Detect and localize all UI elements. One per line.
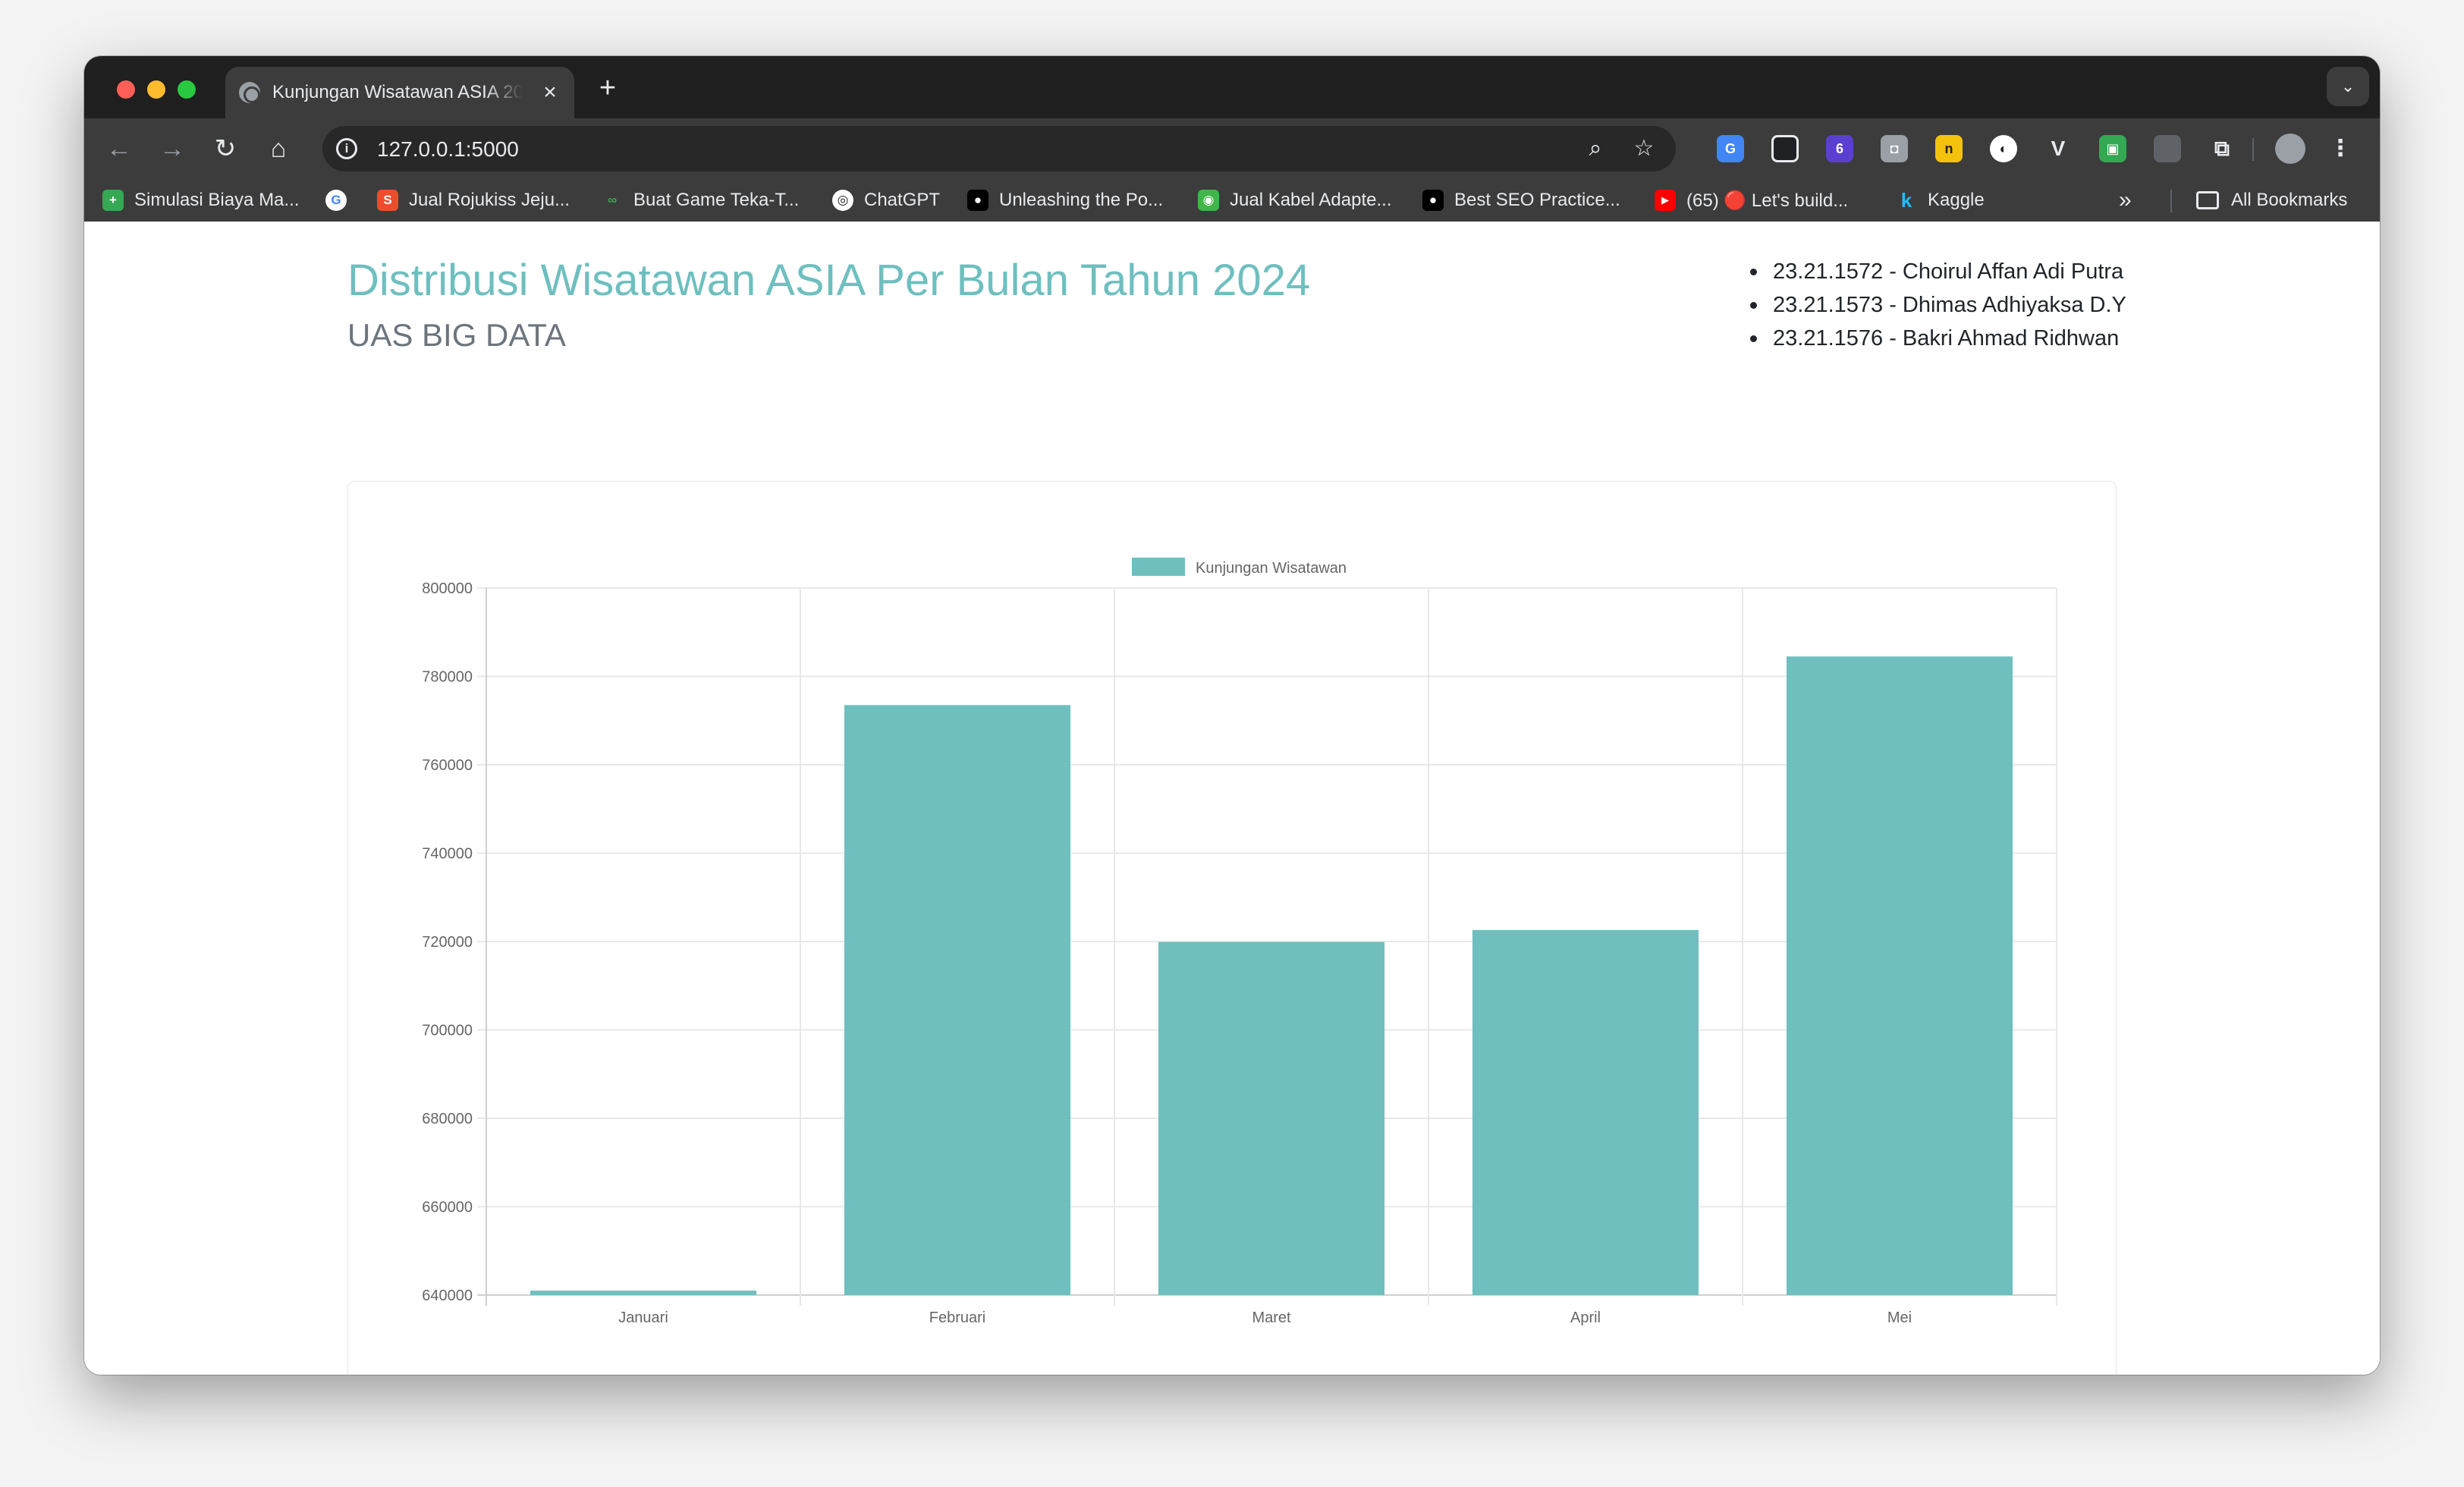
page-content: Distribusi Wisatawan ASIA Per Bulan Tahu… (84, 222, 2380, 1375)
link-icon: ∞ (607, 193, 618, 207)
youtube-icon: ▶ (1655, 190, 1676, 211)
medium-icon: ● (1422, 190, 1444, 211)
bar-februari (844, 705, 1071, 1295)
bar-maret (1158, 942, 1385, 1295)
new-tab-button[interactable]: + (591, 71, 624, 105)
zoom-icon[interactable]: ⌕ (1580, 134, 1611, 164)
camera-extension-icon[interactable]: ◘ (1881, 135, 1908, 162)
bookmark-item[interactable]: k Kaggle (1896, 187, 1985, 214)
globe-icon (239, 82, 260, 103)
x-tick-label: Mei (1887, 1309, 1912, 1326)
y-tick-label: 660000 (422, 1199, 473, 1216)
medium-icon: ● (967, 190, 988, 211)
minimize-window-button[interactable] (147, 80, 165, 99)
tab-title: Kunjungan Wisatawan ASIA 2024 (272, 82, 523, 102)
home-button[interactable]: ⌂ (260, 130, 297, 167)
y-tick-label: 800000 (422, 580, 473, 597)
x-tick-label: April (1570, 1309, 1601, 1326)
sheets-icon: + (102, 190, 124, 211)
forward-button[interactable]: → (154, 130, 190, 167)
more-bookmarks-chevron-icon[interactable]: » (2119, 187, 2132, 214)
toolbar: ← → ↻ ⌂ i 127.0.0.1:5000 ⌕ ☆ G 6 ◘ n ◐ V… (84, 118, 2380, 179)
tab-search-button[interactable]: ⌄ (2327, 67, 2369, 106)
folder-icon (2196, 191, 2219, 209)
address-bar[interactable]: i 127.0.0.1:5000 ⌕ ☆ (322, 126, 1676, 171)
url-text: 127.0.0.1:5000 (377, 137, 519, 161)
extension-icon[interactable]: ▣ (2099, 135, 2126, 162)
bookmarks-divider (2170, 190, 2172, 212)
list-item: 23.21.1573 - Dhimas Adhiyaksa D.Y (1749, 288, 2126, 322)
chatgpt-icon: ◎ (832, 190, 853, 211)
bookmark-item[interactable]: ◎ ChatGPT (832, 187, 940, 214)
x-tick-label: Januari (618, 1309, 668, 1326)
chart-card: 640000 660000 680000 700000 720000 740000 7600… (347, 481, 2117, 1375)
extension-icon[interactable] (1771, 135, 1799, 162)
y-tick-label: 780000 (422, 669, 473, 686)
maximize-window-button[interactable] (178, 80, 196, 99)
all-bookmarks-button[interactable]: All Bookmarks (2196, 187, 2347, 214)
tab-active[interactable]: Kunjungan Wisatawan ASIA 2024 × (225, 67, 574, 118)
bookmark-item[interactable]: ▶ (65) 🔴 Let's build... (1655, 187, 1848, 214)
page-title: Distribusi Wisatawan ASIA Per Bulan Tahu… (347, 256, 1311, 305)
bookmark-item[interactable]: ● Unleashing the Po... (967, 187, 1163, 214)
shopee-icon: S (377, 190, 398, 211)
bar-mei (1786, 656, 2013, 1295)
extension-badge-icon[interactable]: 6 (1826, 135, 1853, 162)
bar-april (1472, 929, 1699, 1295)
y-tick-label: 640000 (422, 1287, 473, 1304)
member-list: 23.21.1572 - Choirul Affan Adi Putra 23.… (1749, 255, 2126, 355)
reload-button[interactable]: ↻ (207, 130, 244, 167)
bookmarks-bar: + Simulasi Biaya Ma... G S Jual Rojukiss… (84, 179, 2380, 222)
extension-icon[interactable] (2154, 135, 2181, 162)
x-tick-label: Februari (929, 1309, 985, 1326)
legend-swatch (1132, 558, 1185, 576)
extension-icon[interactable]: ◐ (1990, 135, 2017, 162)
toolbar-divider (2252, 138, 2254, 161)
bookmark-item[interactable]: ∞ Buat Game Teka-T... (602, 187, 799, 214)
back-button[interactable]: ← (101, 130, 137, 167)
y-tick-label: 700000 (422, 1023, 473, 1039)
puzzle-icon[interactable]: ⧉ (2208, 135, 2236, 162)
bar-chart: 640000 660000 680000 700000 720000 740000 7600… (422, 558, 2057, 1326)
translate-extension-icon[interactable]: G (1717, 135, 1744, 162)
bookmark-item[interactable]: S Jual Rojukiss Jeju... (377, 187, 570, 214)
tokopedia-icon: ◉ (1198, 190, 1219, 211)
close-window-button[interactable] (117, 80, 135, 99)
avatar[interactable] (2275, 134, 2305, 164)
vue-devtools-icon[interactable]: V (2044, 135, 2072, 162)
bookmark-item[interactable]: + Simulasi Biaya Ma... (102, 187, 299, 214)
list-item: 23.21.1576 - Bakri Ahmad Ridhwan (1749, 322, 2126, 355)
y-tick-label: 760000 (422, 757, 473, 774)
star-icon[interactable]: ☆ (1629, 134, 1659, 164)
google-icon: G (325, 190, 347, 211)
tab-strip: Kunjungan Wisatawan ASIA 2024 × + ⌄ (84, 56, 2380, 118)
site-info-icon[interactable]: i (336, 138, 357, 159)
browser-window: Kunjungan Wisatawan ASIA 2024 × + ⌄ ← → … (84, 56, 2380, 1375)
extension-icon[interactable]: n (1935, 135, 1963, 162)
list-item: 23.21.1572 - Choirul Affan Adi Putra (1749, 255, 2126, 288)
close-icon[interactable]: × (536, 79, 564, 106)
y-tick-label: 680000 (422, 1111, 473, 1127)
kaggle-icon: k (1900, 189, 1912, 212)
bookmark-item[interactable]: G (325, 187, 357, 214)
bookmark-item[interactable]: ● Best SEO Practice... (1422, 187, 1620, 214)
page-subtitle: UAS BIG DATA (347, 317, 566, 353)
bookmark-item[interactable]: ◉ Jual Kabel Adapte... (1198, 187, 1392, 214)
y-tick-label: 740000 (422, 846, 473, 863)
bar-januari (530, 1291, 757, 1295)
more-menu-icon[interactable]: ⋮ (2327, 135, 2354, 162)
legend-label: Kunjungan Wisatawan (1196, 560, 1347, 577)
y-tick-label: 720000 (422, 934, 473, 951)
x-tick-label: Maret (1252, 1309, 1291, 1326)
